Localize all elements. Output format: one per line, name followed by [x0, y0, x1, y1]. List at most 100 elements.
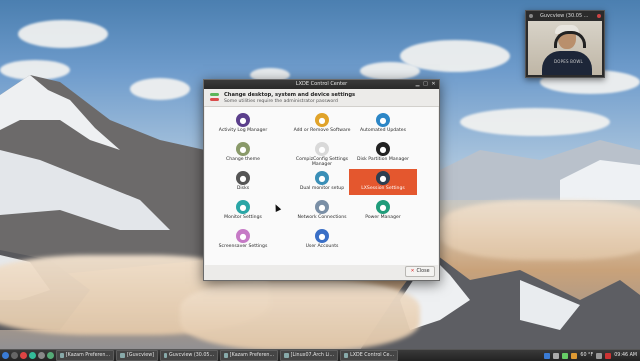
power-icon: ●	[376, 200, 390, 214]
disk-partition-icon: ●	[376, 142, 390, 156]
window-title: LXDE Control Center	[295, 81, 348, 87]
package-icon: ●	[315, 113, 329, 127]
volume-icon[interactable]	[596, 352, 603, 359]
settings-item[interactable]: ● Disks	[209, 169, 277, 195]
window-menu-icon[interactable]	[529, 14, 533, 18]
close-button-label: Close	[416, 269, 430, 274]
app-icon	[164, 353, 168, 358]
network-icon: ●	[315, 200, 329, 214]
menu-icon[interactable]	[2, 352, 9, 359]
taskbar-task[interactable]: LXDE Control Ce...	[340, 350, 399, 361]
webcam-window[interactable]: Guvcview (30.05 ... DOPES BOWL	[525, 10, 605, 78]
eye-icon: ●	[236, 113, 250, 127]
session-icon: ●	[376, 171, 390, 185]
settings-item-label: Disks	[236, 186, 250, 191]
minimize-icon[interactable]: ▁	[415, 82, 420, 87]
shirt-text: DOPES BOWL	[554, 59, 583, 64]
preferences-icon	[210, 93, 220, 102]
terminal-icon[interactable]	[38, 352, 45, 359]
disks-icon: ●	[236, 171, 250, 185]
file-manager-icon[interactable]	[11, 352, 18, 359]
settings-item[interactable]: ● Change theme	[209, 140, 277, 166]
settings-grid: ● Activity Log Manager ● Add or Remove Soft…	[205, 107, 438, 265]
settings-item-label: User Accounts	[305, 244, 339, 249]
app-icon	[120, 353, 125, 358]
settings-item-label: Dual monitor setup	[299, 186, 345, 191]
settings-item[interactable]: ● Network Connections	[288, 198, 356, 224]
taskbar-task-label: [Guvcview]	[127, 353, 155, 358]
settings-item[interactable]: ● Screensaver Settings	[209, 227, 277, 253]
settings-item[interactable]: ● Add or Remove Software	[288, 111, 356, 137]
display-icon: ●	[236, 200, 250, 214]
taskbar-task-label: [Kazam Preferen...	[65, 353, 110, 358]
settings-item[interactable]: ● Monitor Settings	[209, 198, 277, 224]
settings-item-label: Activity Log Manager	[218, 128, 268, 133]
close-icon[interactable]: ✕	[431, 82, 436, 87]
person-shirt: DOPES BOWL	[542, 51, 592, 75]
taskbar-task[interactable]: [Kazam Preferen...	[56, 350, 114, 361]
tray-icon[interactable]	[571, 352, 578, 359]
settings-item-label: Add or Remove Software	[293, 128, 351, 133]
settings-item-label: Screensaver Settings	[218, 244, 268, 249]
app-icon	[284, 353, 289, 358]
app-icon	[224, 353, 228, 358]
taskbar-task[interactable]: [Linux07.Arch Li...	[280, 350, 339, 361]
app-icon[interactable]	[47, 352, 54, 359]
taskbar: [Kazam Preferen... [Guvcview] Guvcview (30…	[0, 349, 640, 361]
maximize-icon[interactable]: □	[423, 82, 428, 87]
settings-item-label: Disk Partition Manager	[356, 157, 410, 162]
launcher-area	[0, 352, 54, 359]
taskbar-task[interactable]: [Guvcview]	[116, 350, 159, 361]
system-tray: 60 °F 09:46 AM	[544, 352, 640, 359]
screensaver-icon: ●	[236, 229, 250, 243]
task-list: [Kazam Preferen... [Guvcview] Guvcview (30…	[54, 350, 399, 361]
user-icon: ●	[315, 229, 329, 243]
chrome-icon[interactable]	[29, 352, 36, 359]
clock[interactable]: 09:46 AM	[614, 353, 637, 358]
settings-item[interactable]: ● Disk Partition Manager	[349, 140, 417, 166]
taskbar-task[interactable]: Guvcview (30.05...	[160, 350, 219, 361]
settings-item[interactable]: ● Power Manager	[349, 198, 417, 224]
tray-icon[interactable]	[553, 352, 560, 359]
theme-icon: ●	[236, 142, 250, 156]
settings-item-label: LXSession Settings	[361, 186, 405, 191]
settings-item[interactable]: ● CompizConfig Settings Manager	[288, 140, 356, 167]
settings-item[interactable]: ● Automated Updates	[349, 111, 417, 137]
banner-subtitle: Some utilities require the administrator…	[224, 99, 338, 104]
settings-item[interactable]: ● LXSession Settings	[349, 169, 417, 195]
settings-item-label: Change theme	[226, 157, 260, 162]
settings-banner: Change desktop, system and device settin…	[204, 89, 439, 107]
settings-item-label: Power Manager	[365, 215, 401, 220]
taskbar-task-label: [Kazam Preferen...	[229, 353, 275, 358]
monitor-icon: ●	[315, 171, 329, 185]
webcam-titlebar[interactable]: Guvcview (30.05 ...	[526, 11, 604, 21]
taskbar-task-label: LXDE Control Ce...	[350, 353, 395, 358]
taskbar-task[interactable]: [Kazam Preferen...	[220, 350, 279, 361]
browser-icon[interactable]	[20, 352, 27, 359]
taskbar-task-label: Guvcview (30.05...	[169, 353, 215, 358]
settings-item-label: Network Connections	[297, 215, 347, 220]
tray-icon[interactable]	[544, 352, 551, 359]
webcam-title: Guvcview (30.05 ...	[540, 13, 589, 19]
update-icon: ●	[376, 113, 390, 127]
settings-item[interactable]: ● User Accounts	[288, 227, 356, 253]
settings-item[interactable]: ● Dual monitor setup	[288, 169, 356, 195]
control-center-window[interactable]: LXDE Control Center ▁ □ ✕ Change desktop…	[203, 79, 440, 281]
webcam-feed: DOPES BOWL	[528, 21, 602, 75]
headphones-icon	[554, 31, 586, 48]
taskbar-task-label: [Linux07.Arch Li...	[290, 353, 335, 358]
settings-item-label: Automated Updates	[360, 128, 406, 133]
settings-item-label: Monitor Settings	[224, 215, 262, 220]
banner-title: Change desktop, system and device settin…	[224, 92, 356, 98]
app-icon	[344, 353, 349, 358]
record-icon[interactable]	[605, 352, 612, 359]
weather-readout: 60 °F	[580, 353, 594, 358]
compiz-icon: ●	[315, 142, 329, 156]
settings-item-label: CompizConfig Settings Manager	[295, 157, 349, 167]
window-titlebar[interactable]: LXDE Control Center ▁ □ ✕	[204, 80, 439, 89]
app-icon	[60, 353, 64, 358]
close-icon[interactable]	[597, 14, 601, 18]
close-button[interactable]: ✕ Close	[405, 266, 435, 277]
settings-item[interactable]: ● Activity Log Manager	[209, 111, 277, 137]
tray-icon[interactable]	[562, 352, 569, 359]
